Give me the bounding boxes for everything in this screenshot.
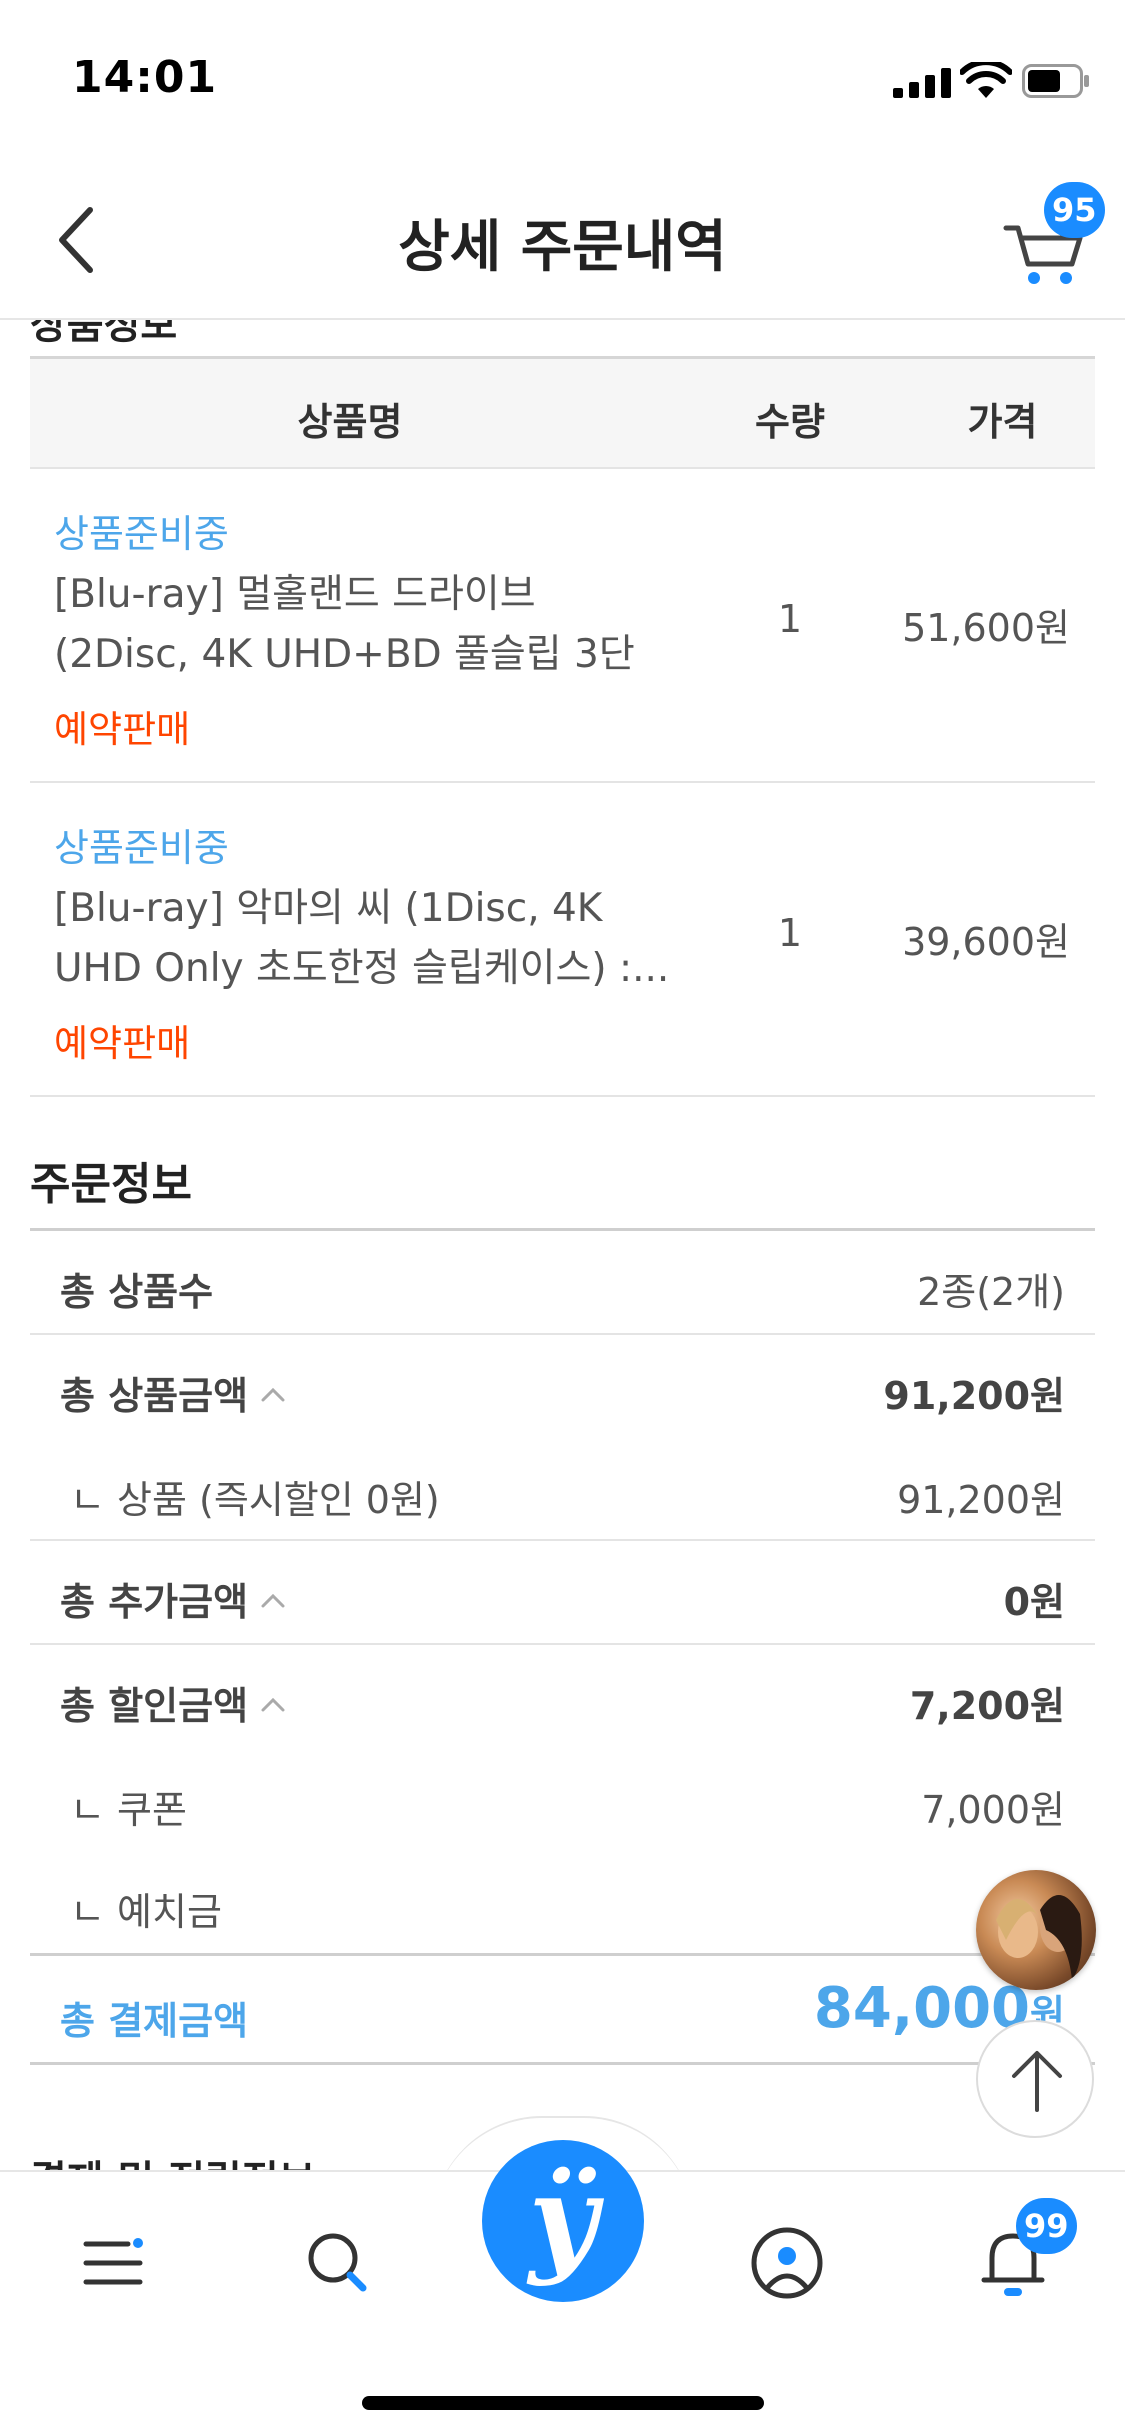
product-price: 51,600원: [902, 606, 1070, 650]
total-discount-amount-row[interactable]: 총 할인금액 7,200원: [30, 1645, 1095, 1749]
product-name[interactable]: [Blu-ray] 악마의 씨 (1Disc, 4K UHD Only 초도한정…: [54, 879, 674, 999]
product-price: 39,600원: [902, 920, 1070, 964]
status-time: 14:01: [72, 52, 218, 103]
product-row[interactable]: 상품준비중 [Blu-ray] 멀홀랜드 드라이브 (2Disc, 4K UHD…: [30, 469, 1095, 783]
coupon-sub-row: ㄴ 쿠폰 7,000원: [30, 1749, 1095, 1851]
total-extra-amount-label-wrap: 총 추가금액: [60, 1571, 286, 1626]
chevron-up-icon[interactable]: [260, 1692, 286, 1718]
brand-logo-glyph: ÿ: [528, 2149, 598, 2288]
page-title: 상세 주문내역: [398, 215, 727, 280]
total-count-value: 2종(2개): [917, 1270, 1065, 1314]
table-header: 상품명 수량 가격: [30, 359, 1095, 469]
deposit-sub-label: ㄴ 예치금: [70, 1890, 222, 1934]
column-header-name: 상품명: [297, 400, 403, 444]
promo-image-icon: [996, 1894, 1082, 1980]
total-extra-amount-label: 총 추가금액: [60, 1580, 249, 1624]
coupon-sub-label: ㄴ 쿠폰: [70, 1788, 187, 1832]
search-icon[interactable]: [293, 2218, 383, 2308]
menu-icon[interactable]: [68, 2218, 158, 2308]
column-header-price: 가격: [967, 400, 1038, 444]
total-discount-amount-value: 7,200원: [909, 1684, 1065, 1728]
coupon-sub-value: 7,000원: [921, 1788, 1065, 1832]
total-payment-row: 총 결제금액 84,000원: [30, 1953, 1095, 2065]
product-status: 상품준비중: [54, 826, 229, 870]
total-discount-amount-label-wrap: 총 할인금액: [60, 1675, 286, 1730]
total-count-row: 총 상품수 2종(2개): [30, 1231, 1095, 1335]
total-count-label: 총 상품수: [60, 1270, 214, 1314]
total-product-amount-value: 91,200원: [883, 1374, 1065, 1418]
preorder-tag: 예약판매: [54, 1022, 191, 1065]
chevron-up-icon[interactable]: [260, 1382, 286, 1408]
order-info-title: 주문정보: [30, 1159, 192, 1210]
chevron-up-icon[interactable]: [260, 1588, 286, 1614]
total-product-amount-label-wrap: 총 상품금액: [60, 1365, 286, 1420]
product-name[interactable]: [Blu-ray] 멀홀랜드 드라이브 (2Disc, 4K UHD+BD 풀슬…: [54, 565, 674, 685]
wifi-icon: [960, 62, 1012, 98]
battery-icon: [1022, 64, 1089, 98]
cart-count-badge: 95: [1044, 182, 1105, 238]
product-sub-label: ㄴ 상품 (즉시할인 0원): [70, 1478, 440, 1522]
total-discount-amount-label: 총 할인금액: [60, 1684, 249, 1728]
product-table: 상품명 수량 가격 상품준비중 [Blu-ray] 멀홀랜드 드라이브 (2Di…: [30, 356, 1095, 1097]
product-status: 상품준비중: [54, 512, 229, 556]
arrow-up-icon: [1012, 2051, 1062, 2112]
preorder-tag: 예약판매: [54, 708, 191, 751]
cellular-signal-icon: [893, 68, 951, 98]
product-sub-value: 91,200원: [897, 1478, 1065, 1522]
total-product-amount-row[interactable]: 총 상품금액 91,200원: [30, 1335, 1095, 1439]
status-bar: 14:01: [0, 0, 1125, 150]
total-extra-amount-value: 0원: [1003, 1580, 1065, 1624]
scroll-to-top-button[interactable]: [976, 2020, 1094, 2138]
product-sub-row: ㄴ 상품 (즉시할인 0원) 91,200원: [30, 1439, 1095, 1541]
order-info-table: 총 상품수 2종(2개) 총 상품금액 91,200원 ㄴ 상품 (즉시할인 0…: [30, 1228, 1095, 2065]
total-payment-label: 총 결제금액: [60, 1999, 249, 2043]
app-header: 상세 주문내역: [0, 150, 1125, 320]
my-page-icon[interactable]: [742, 2218, 832, 2308]
total-product-amount-label: 총 상품금액: [60, 1374, 249, 1418]
home-indicator: [362, 2396, 764, 2410]
product-row[interactable]: 상품준비중 [Blu-ray] 악마의 씨 (1Disc, 4K UHD Onl…: [30, 783, 1095, 1097]
home-logo-button[interactable]: ÿ: [482, 2140, 644, 2302]
column-header-qty: 수량: [755, 400, 825, 444]
deposit-sub-row: ㄴ 예치금 2: [30, 1851, 1095, 1953]
notification-badge: 99: [1016, 2198, 1077, 2254]
total-extra-amount-row[interactable]: 총 추가금액 0원: [30, 1541, 1095, 1645]
floating-promo-avatar[interactable]: [976, 1870, 1096, 1990]
